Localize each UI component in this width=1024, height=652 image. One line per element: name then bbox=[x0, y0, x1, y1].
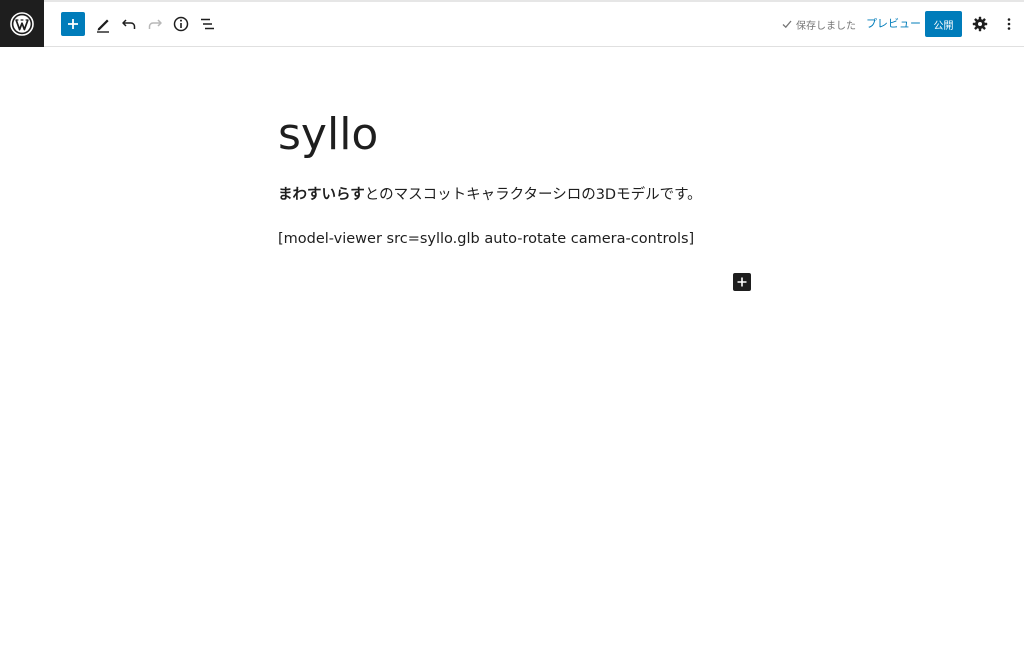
more-vertical-icon bbox=[1007, 18, 1011, 30]
tools-button[interactable] bbox=[91, 12, 115, 36]
list-view-button[interactable] bbox=[195, 12, 219, 36]
details-button[interactable] bbox=[169, 12, 193, 36]
editor-header: 保存しました プレビュー 公開 bbox=[0, 0, 1024, 47]
paragraph-block[interactable]: まわすいらすとのマスコットキャラクターシロの3Dモデルです。 bbox=[278, 183, 702, 207]
undo-icon bbox=[122, 19, 136, 29]
check-icon bbox=[782, 20, 792, 29]
pencil-icon bbox=[97, 19, 109, 33]
plus-icon bbox=[68, 19, 78, 29]
gear-icon bbox=[972, 16, 988, 32]
wordpress-logo-icon bbox=[10, 11, 34, 36]
redo-icon bbox=[148, 19, 162, 29]
wordpress-logo-button[interactable] bbox=[0, 0, 44, 47]
redo-button[interactable] bbox=[143, 12, 167, 36]
preview-button[interactable]: プレビュー bbox=[866, 15, 921, 33]
paragraph-text: とのマスコットキャラクターシロの3Dモデルです。 bbox=[364, 187, 702, 203]
publish-button[interactable]: 公開 bbox=[925, 11, 962, 37]
paragraph-bold-text: まわすいらす bbox=[278, 187, 365, 203]
add-block-button[interactable] bbox=[61, 12, 85, 36]
saved-status: 保存しました bbox=[781, 15, 856, 33]
plus-icon bbox=[737, 277, 747, 287]
list-view-icon bbox=[201, 18, 214, 30]
post-title[interactable]: syllo bbox=[278, 106, 378, 164]
undo-button[interactable] bbox=[117, 12, 141, 36]
block-inserter-button[interactable] bbox=[733, 273, 751, 291]
more-options-button[interactable] bbox=[997, 12, 1021, 36]
info-icon bbox=[173, 16, 189, 32]
shortcode-block[interactable]: [model-viewer src=syllo.glb auto-rotate … bbox=[278, 227, 694, 251]
settings-button[interactable] bbox=[968, 12, 992, 36]
saved-label: 保存しました bbox=[796, 20, 856, 32]
